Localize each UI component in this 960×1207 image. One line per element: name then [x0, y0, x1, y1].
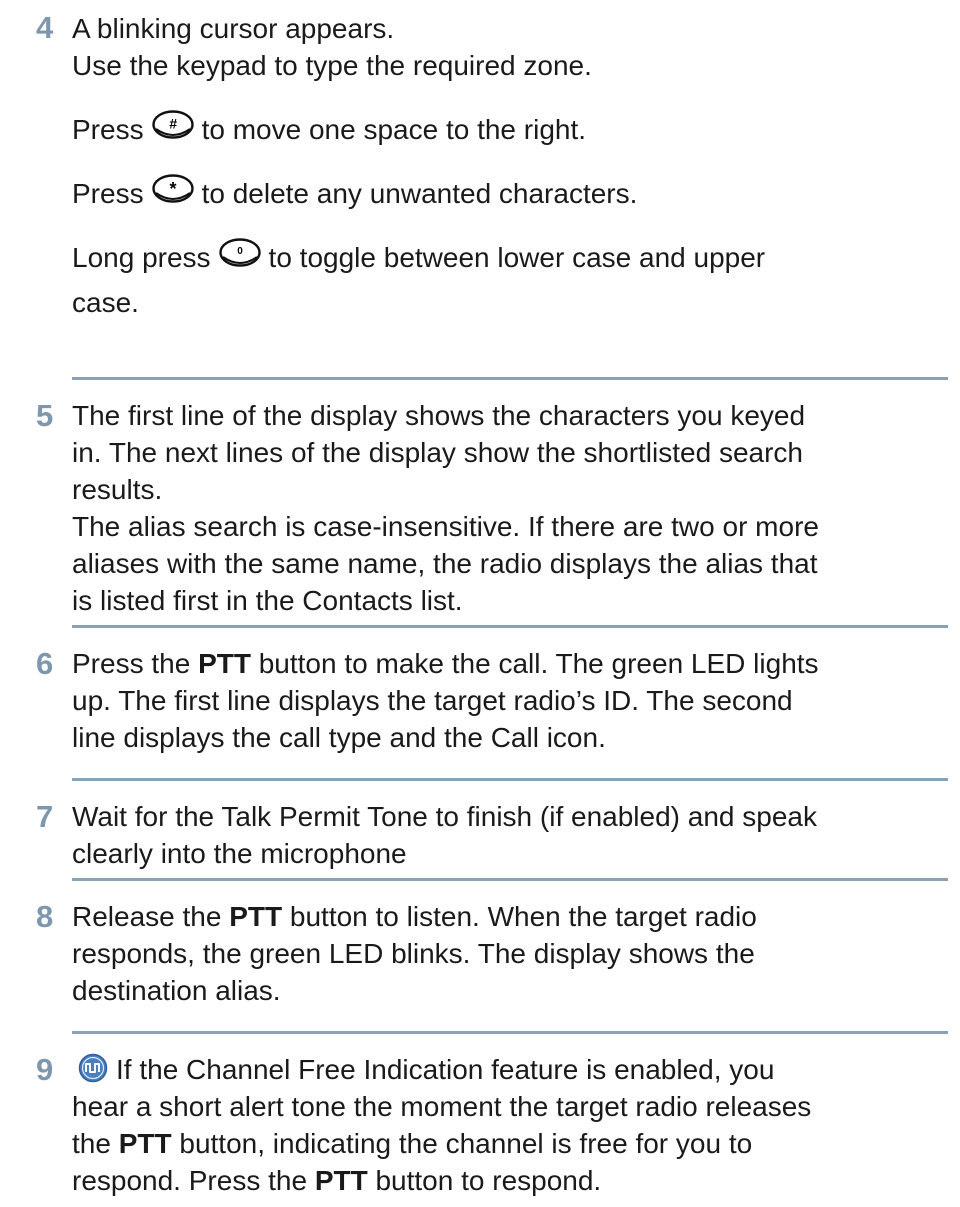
- star-key-icon: *: [151, 174, 194, 203]
- step-number: 4: [36, 10, 54, 45]
- step-text: respond. Press the PTT button to respond…: [72, 1165, 602, 1196]
- zero-key-icon: 0: [218, 238, 261, 267]
- step-number: 6: [36, 646, 54, 681]
- step-text: Release the PTT button to listen. When t…: [72, 901, 757, 932]
- step-text: hear a short alert tone the moment the t…: [72, 1091, 812, 1122]
- step-text: line displays the call type and the Call…: [72, 722, 606, 753]
- step-text: the PTT button, indicating the channel i…: [72, 1128, 753, 1159]
- step-text: in. The next lines of the display show t…: [72, 437, 803, 468]
- svg-text:#: #: [169, 116, 177, 132]
- step-text: is listed first in the Contacts list.: [72, 585, 463, 616]
- step-text: A blinking cursor appears.: [72, 13, 395, 44]
- step-text: up. The first line displays the target r…: [72, 685, 793, 716]
- step-text: The first line of the display shows the …: [72, 400, 806, 431]
- step-text: Press the PTT button to make the call. T…: [72, 648, 819, 679]
- step-text: case.: [72, 287, 139, 318]
- step-text: Use the keypad to type the required zone…: [72, 50, 592, 81]
- step-text: clearly into the microphone: [72, 838, 407, 869]
- step-number: 9: [36, 1052, 54, 1087]
- step-body: If the Channel Free Indication feature i…: [72, 1051, 948, 1199]
- step-number: 7: [36, 799, 54, 834]
- step-divider: [72, 778, 948, 781]
- step-text: aliases with the same name, the radio di…: [72, 548, 818, 579]
- step-divider: [72, 377, 948, 380]
- step-body: The first line of the display shows the …: [72, 397, 948, 619]
- step-divider: [72, 1031, 948, 1034]
- step-text: destination alias.: [72, 975, 281, 1006]
- step-body: Press the PTT button to make the call. T…: [72, 645, 948, 756]
- channel-free-indication-icon: [78, 1053, 108, 1083]
- step-divider: [72, 625, 948, 628]
- svg-text:0: 0: [237, 246, 243, 257]
- zero-key-instruction: Long press 0 to toggle between lower case …: [72, 238, 948, 276]
- step-text: If the Channel Free Indication feature i…: [72, 1051, 948, 1088]
- step-text: responds, the green LED blinks. The disp…: [72, 938, 755, 969]
- step-text: Wait for the Talk Permit Tone to finish …: [72, 801, 817, 832]
- svg-text:*: *: [169, 179, 176, 199]
- step-body: Wait for the Talk Permit Tone to finish …: [72, 798, 948, 872]
- step-number: 8: [36, 899, 54, 934]
- star-key-instruction: Press * to delete any unwanted characters.: [72, 174, 948, 212]
- hash-key-instruction: Press # to move one space to the right.: [72, 110, 948, 148]
- step-body: Release the PTT button to listen. When t…: [72, 898, 948, 1009]
- step-text: results.: [72, 474, 163, 505]
- step-text: The alias search is case-insensitive. If…: [72, 511, 819, 542]
- hash-key-icon: #: [151, 110, 194, 139]
- step-body: A blinking cursor appears. Use the keypa…: [72, 10, 948, 321]
- step-divider: [72, 878, 948, 881]
- step-number: 5: [36, 398, 54, 433]
